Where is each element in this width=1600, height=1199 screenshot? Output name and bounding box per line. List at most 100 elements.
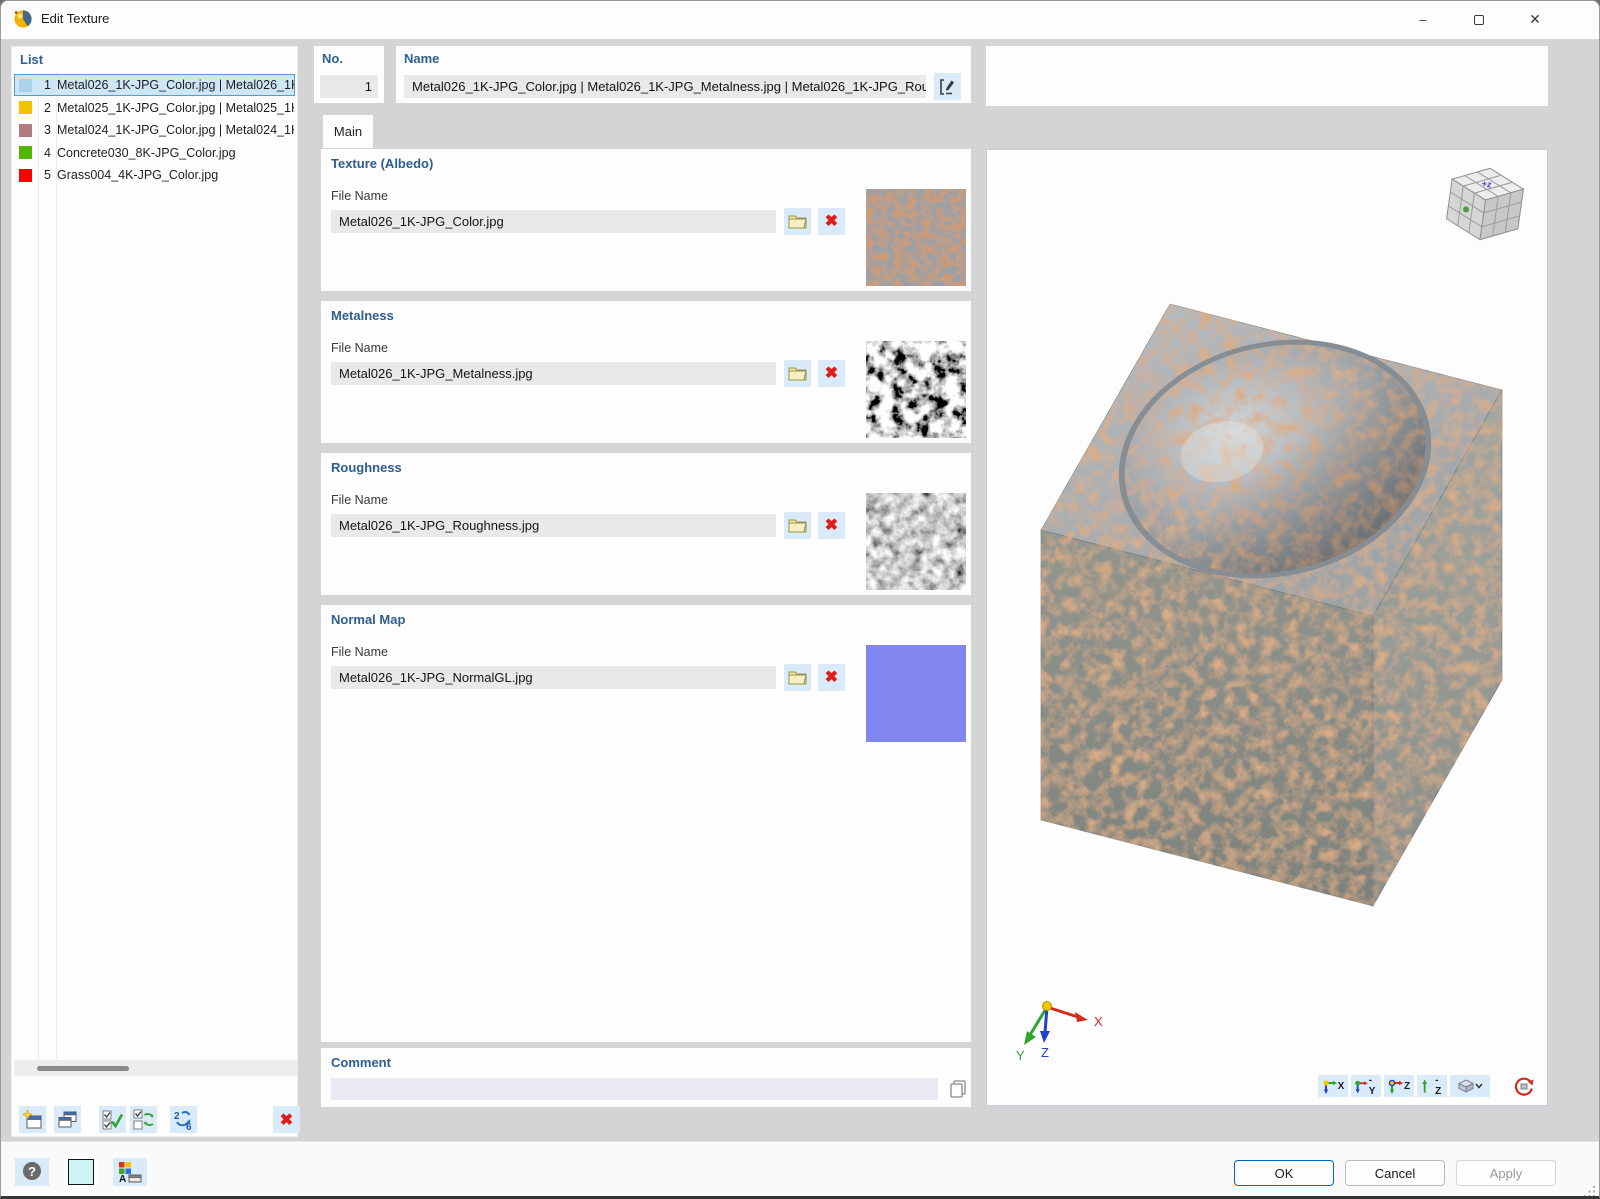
copy-texture-button[interactable]	[54, 1106, 81, 1133]
pages-icon	[948, 1079, 968, 1099]
color-swatch-button[interactable]	[64, 1158, 98, 1186]
list-item[interactable]: 1Metal026_1K-JPG_Color.jpg | Metal026_1K…	[14, 74, 295, 96]
current-color-swatch	[68, 1159, 94, 1185]
roughness-file-field[interactable]: Metal026_1K-JPG_Roughness.jpg	[331, 514, 776, 537]
file-name-label: File Name	[331, 645, 388, 659]
preview-3d-viewport[interactable]: +z X Y Z X-YZ-Z	[986, 149, 1548, 1106]
maximize-icon	[1474, 15, 1484, 25]
cancel-button[interactable]: Cancel	[1345, 1160, 1445, 1186]
zoom-reset-button[interactable]	[1511, 1075, 1537, 1097]
apply-button[interactable]: Apply	[1456, 1160, 1556, 1186]
isometric-view-button[interactable]	[1450, 1075, 1490, 1097]
app-icon	[13, 9, 33, 29]
copy-windows-icon	[57, 1109, 78, 1130]
list-horizontal-scrollbar[interactable]	[14, 1060, 297, 1076]
list-item[interactable]: 2Metal025_1K-JPG_Color.jpg | Metal025_1K…	[14, 97, 295, 119]
edit-name-button[interactable]	[934, 73, 961, 100]
section-title: Roughness	[331, 460, 402, 475]
name-label: Name	[404, 51, 439, 66]
metalness-browse-button[interactable]	[784, 360, 811, 387]
item-number: 1	[32, 78, 51, 92]
axis-mini-icon	[1354, 1078, 1368, 1094]
folder-icon	[788, 670, 807, 685]
comment-combobox[interactable]	[331, 1078, 938, 1100]
view--z-button[interactable]: -Z	[1417, 1075, 1447, 1097]
name-field[interactable]: Metal026_1K-JPG_Color.jpg | Metal026_1K-…	[404, 75, 926, 98]
svg-text:?: ?	[28, 1164, 36, 1179]
list-item[interactable]: 5 Grass004_4K-JPG_Color.jpg	[14, 164, 295, 186]
help-icon: ?	[21, 1161, 43, 1183]
view-direction-buttons: X -YZ-Z	[1318, 1075, 1447, 1097]
metalness-thumbnail	[866, 341, 966, 438]
display-properties-icon: A	[118, 1161, 142, 1183]
file-name-label: File Name	[331, 341, 388, 355]
textured-cube-preview	[987, 150, 1547, 1105]
no-field[interactable]: 1	[320, 75, 378, 98]
section-metalness: Metalness File Name Metal026_1K-JPG_Meta…	[321, 301, 971, 443]
axis-z-label: Z	[1041, 1045, 1049, 1060]
navigation-cube[interactable]: +z	[1441, 160, 1529, 248]
roughness-thumbnail	[866, 493, 966, 590]
section-comment: Comment	[321, 1048, 971, 1107]
view-z-button[interactable]: Z	[1384, 1075, 1414, 1097]
list-item[interactable]: 4Concrete030_8K-JPG_Color.jpg	[14, 142, 295, 164]
renumber-button[interactable]: 2 6	[170, 1106, 197, 1133]
axis-mini-icon	[1388, 1078, 1403, 1094]
section-albedo: Texture (Albedo) File Name Metal026_1K-J…	[321, 149, 971, 291]
delete-texture-button[interactable]: ✖	[273, 1106, 300, 1133]
help-button[interactable]: ?	[15, 1158, 49, 1186]
normal-clear-button[interactable]: ✖	[818, 664, 845, 691]
metalness-file-field[interactable]: Metal026_1K-JPG_Metalness.jpg	[331, 362, 776, 385]
chevron-down-icon	[1475, 1083, 1483, 1089]
item-label: Concrete030_8K-JPG_Color.jpg	[57, 146, 294, 160]
metalness-clear-button[interactable]: ✖	[818, 360, 845, 387]
edit-pencil-icon	[939, 78, 957, 96]
tab-main[interactable]: Main	[323, 115, 373, 148]
texture-color-swatch	[19, 101, 32, 114]
albedo-browse-button[interactable]	[784, 208, 811, 235]
axis-x-label: X	[1094, 1014, 1103, 1029]
item-number: 5	[32, 168, 51, 182]
display-properties-button[interactable]: A	[113, 1158, 147, 1186]
folder-icon	[788, 214, 807, 229]
comment-templates-button[interactable]	[945, 1076, 970, 1101]
texture-color-swatch	[19, 146, 32, 159]
section-title: Normal Map	[331, 612, 405, 627]
list-item[interactable]: 3Metal024_1K-JPG_Color.jpg | Metal024_1K…	[14, 119, 295, 141]
new-window-icon	[22, 1109, 43, 1130]
albedo-file-field[interactable]: Metal026_1K-JPG_Color.jpg	[331, 210, 776, 233]
no-panel: No. 1	[314, 46, 384, 103]
texture-list: 1Metal026_1K-JPG_Color.jpg | Metal026_1K…	[12, 47, 297, 1136]
item-label: Grass004_4K-JPG_Color.jpg	[57, 168, 294, 182]
albedo-clear-button[interactable]: ✖	[818, 208, 845, 235]
normal-file-field[interactable]: Metal026_1K-JPG_NormalGL.jpg	[331, 666, 776, 689]
maximize-button[interactable]	[1456, 1, 1502, 38]
item-label: Metal024_1K-JPG_Color.jpg | Metal024_1K-	[57, 123, 294, 137]
svg-text:2: 2	[174, 1111, 180, 1122]
reset-view-icon	[1514, 1076, 1534, 1096]
texture-color-swatch	[19, 79, 32, 92]
close-button[interactable]: ✕	[1512, 1, 1558, 38]
view--y-button[interactable]: -Y	[1351, 1075, 1381, 1097]
scrollbar-thumb[interactable]	[37, 1066, 129, 1071]
titlebar[interactable]: Edit Texture – ✕	[1, 1, 1599, 39]
texture-color-swatch	[19, 124, 32, 137]
select-all-button[interactable]	[99, 1106, 126, 1133]
section-normal-map: Normal Map File Name Metal026_1K-JPG_Nor…	[321, 605, 971, 1042]
name-panel: Name Metal026_1K-JPG_Color.jpg | Metal02…	[396, 46, 971, 103]
footer-bar: ? A OK Cancel Apply	[1, 1141, 1599, 1199]
view-button-label: X	[1338, 1081, 1345, 1092]
window-title: Edit Texture	[41, 11, 109, 26]
roughness-browse-button[interactable]	[784, 512, 811, 539]
section-title: Comment	[331, 1055, 391, 1070]
ok-button[interactable]: OK	[1234, 1160, 1334, 1186]
invert-selection-button[interactable]	[130, 1106, 157, 1133]
roughness-clear-button[interactable]: ✖	[818, 512, 845, 539]
svg-text:A: A	[119, 1174, 126, 1183]
minimize-button[interactable]: –	[1400, 1, 1446, 38]
normal-browse-button[interactable]	[784, 664, 811, 691]
section-title: Texture (Albedo)	[331, 156, 433, 171]
new-texture-button[interactable]	[19, 1106, 46, 1133]
view-x-button[interactable]: X	[1318, 1075, 1348, 1097]
resize-grip[interactable]	[1583, 1185, 1596, 1198]
